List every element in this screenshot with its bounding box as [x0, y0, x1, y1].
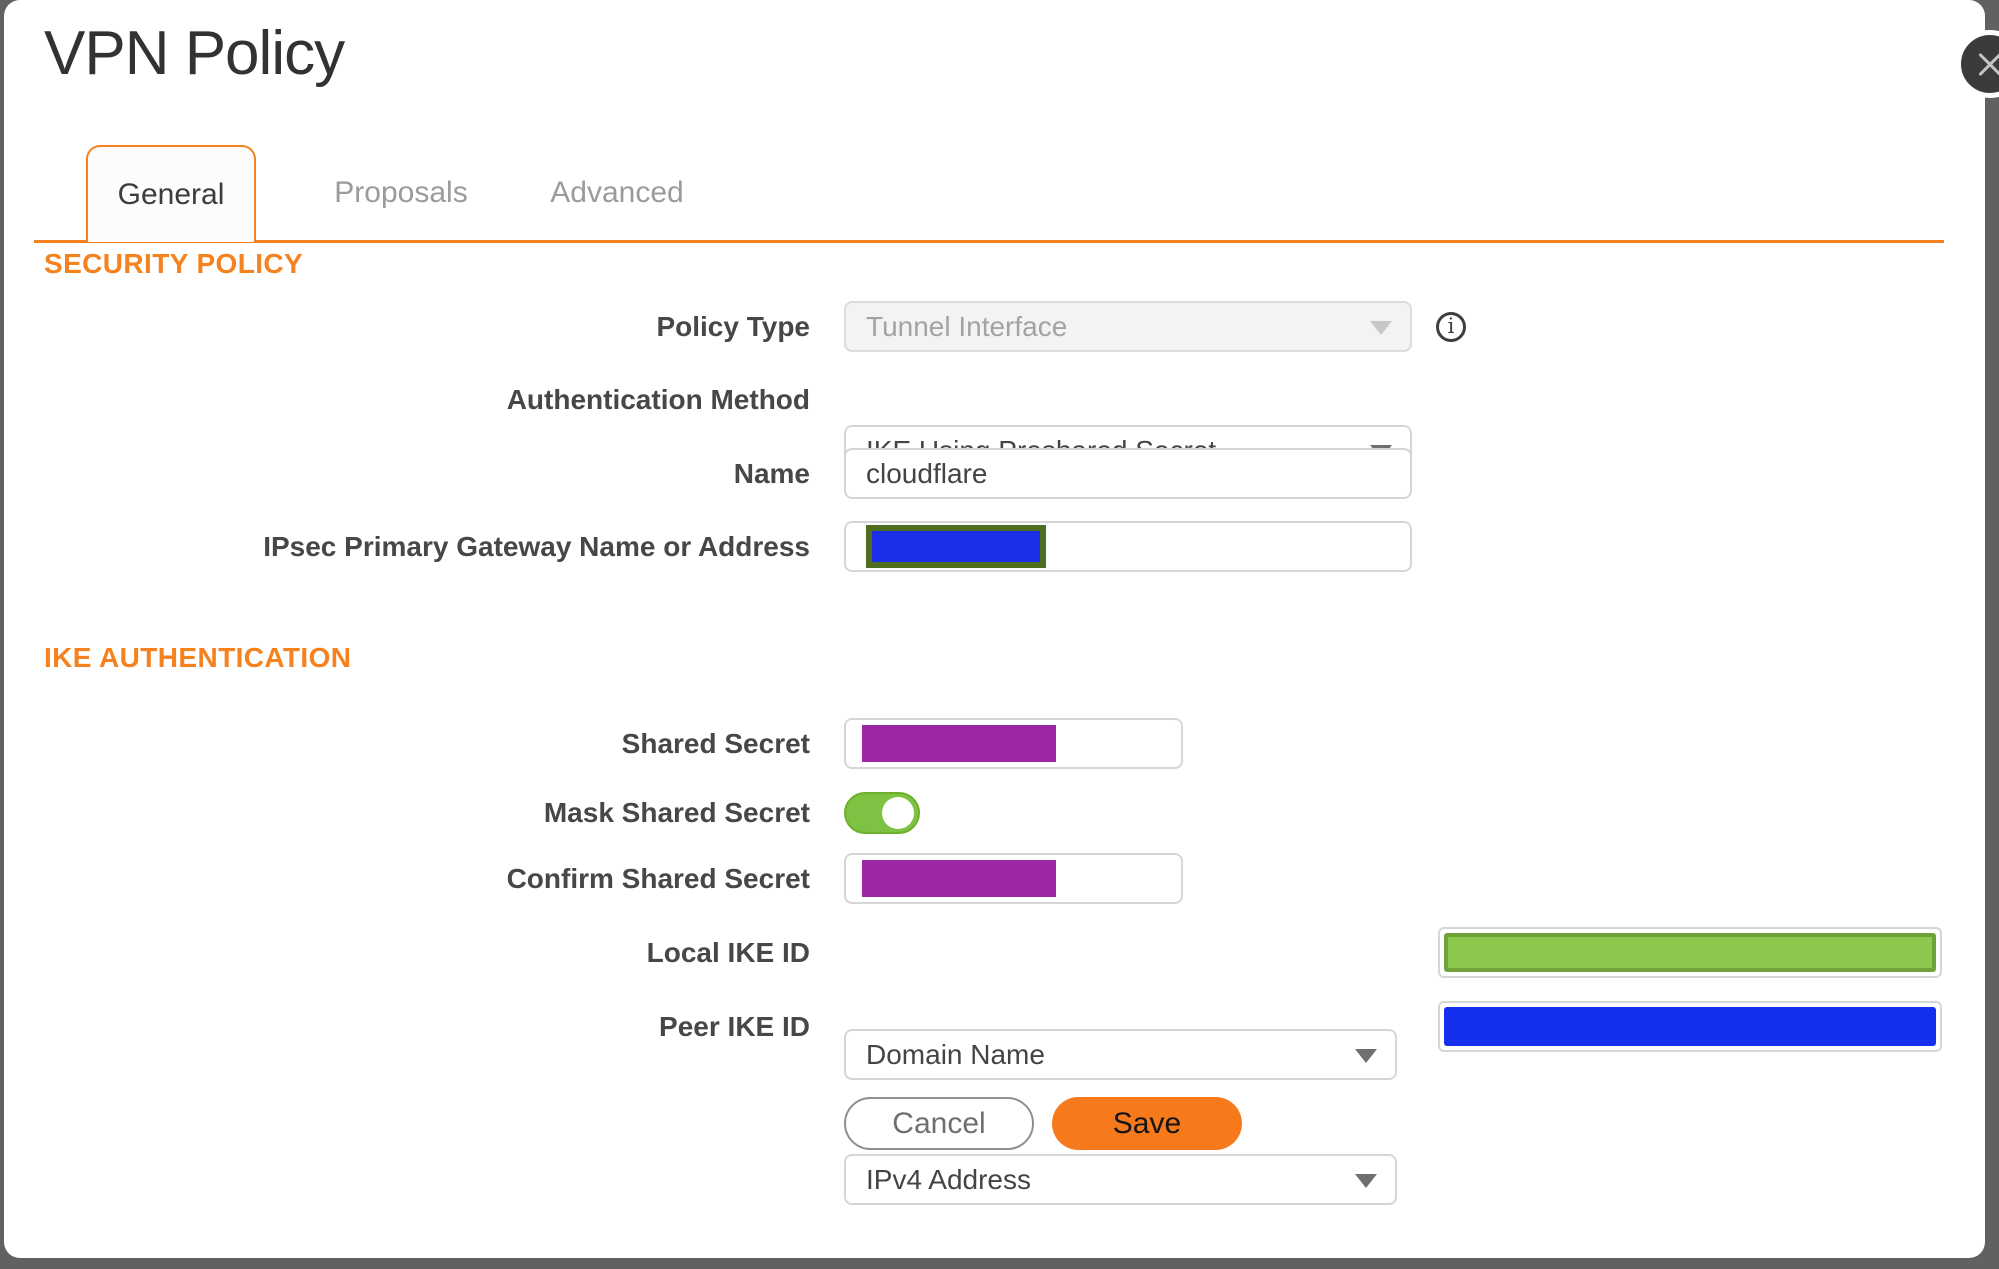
cancel-button-label: Cancel — [892, 1106, 986, 1140]
local-ike-id-label: Local IKE ID — [646, 937, 810, 968]
gateway-label: IPsec Primary Gateway Name or Address — [263, 531, 810, 562]
vpn-policy-screen: VPN Policy General Proposals Advanced SE… — [0, 0, 1999, 1269]
vpn-policy-dialog: VPN Policy General Proposals Advanced SE… — [4, 0, 1985, 1258]
dropdown-caret-icon — [1355, 1173, 1377, 1188]
policy-type-value: Tunnel Interface — [866, 310, 1068, 342]
tab-general-label: General — [117, 177, 225, 211]
dropdown-caret-icon — [1370, 320, 1392, 335]
name-label: Name — [733, 458, 810, 489]
peer-ike-id-select[interactable]: IPv4 Address — [844, 1154, 1397, 1205]
tab-proposals-label: Proposals — [334, 175, 468, 209]
gateway-input[interactable] — [844, 521, 1412, 572]
gateway-redacted-value — [866, 525, 1046, 568]
tab-advanced[interactable]: Advanced — [517, 145, 717, 240]
peer-ike-id-value: IPv4 Address — [866, 1163, 1031, 1195]
name-input[interactable]: cloudflare — [844, 448, 1412, 499]
toggle-knob — [882, 797, 914, 829]
confirm-shared-secret-input[interactable] — [844, 853, 1183, 904]
cancel-button[interactable]: Cancel — [844, 1097, 1034, 1150]
local-ike-id-value-input[interactable] — [1438, 927, 1942, 978]
local-ike-id-value: Domain Name — [866, 1038, 1045, 1070]
save-button[interactable]: Save — [1052, 1097, 1242, 1150]
tab-bar: General Proposals Advanced — [34, 145, 1944, 243]
name-value: cloudflare — [866, 457, 988, 489]
shared-secret-label: Shared Secret — [621, 728, 810, 759]
peer-ike-id-redacted-value — [1444, 1007, 1936, 1046]
tab-advanced-label: Advanced — [550, 175, 684, 209]
section-security-policy: SECURITY POLICY — [44, 248, 304, 279]
peer-ike-id-value-input[interactable] — [1438, 1001, 1942, 1052]
shared-secret-input[interactable] — [844, 718, 1183, 769]
authentication-method-label: Authentication Method — [506, 384, 810, 415]
confirm-shared-secret-label: Confirm Shared Secret — [506, 863, 810, 894]
info-icon[interactable]: i — [1436, 312, 1466, 342]
tab-general[interactable]: General — [86, 145, 256, 242]
peer-ike-id-label: Peer IKE ID — [659, 1011, 810, 1042]
tab-proposals[interactable]: Proposals — [301, 145, 501, 240]
page-title: VPN Policy — [44, 19, 345, 88]
mask-shared-secret-label: Mask Shared Secret — [543, 797, 810, 828]
mask-shared-secret-toggle[interactable] — [844, 792, 920, 834]
policy-type-select[interactable]: Tunnel Interface — [844, 301, 1412, 352]
section-ike-authentication: IKE AUTHENTICATION — [44, 642, 352, 673]
confirm-shared-secret-redacted-value — [862, 860, 1056, 897]
local-ike-id-redacted-value — [1444, 933, 1936, 972]
dropdown-caret-icon — [1355, 1048, 1377, 1063]
policy-type-label: Policy Type — [656, 311, 810, 342]
save-button-label: Save — [1112, 1106, 1182, 1140]
shared-secret-redacted-value — [862, 725, 1056, 762]
local-ike-id-select[interactable]: Domain Name — [844, 1029, 1397, 1080]
